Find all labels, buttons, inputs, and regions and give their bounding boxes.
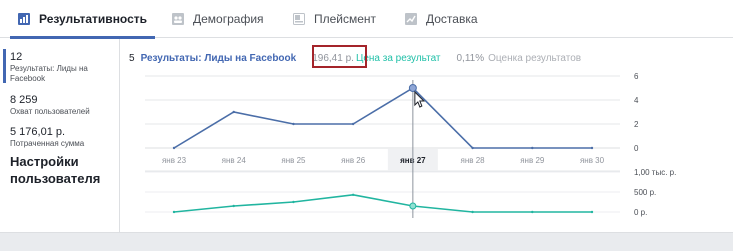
results-data-point: [172, 146, 176, 150]
results-data-point: [292, 122, 295, 126]
cost-data-point: [531, 210, 534, 214]
cost-data-point: [471, 210, 474, 214]
x-tick-label: янв 23: [162, 156, 187, 165]
x-tick-label: янв 25: [281, 156, 306, 165]
y-tick-label: 0 р.: [634, 208, 647, 217]
cost-data-point: [409, 202, 417, 210]
insights-panel: Результативность Демография Плейсмент До…: [0, 0, 733, 233]
y-tick-label: 0: [634, 144, 639, 153]
charts-svg: 0246янв 23 янв 24 янв 25 янв 26 янв 27 янв 28…: [145, 72, 676, 218]
cost-data-point: [292, 200, 295, 204]
x-tick-label: янв 28: [461, 156, 486, 165]
x-tick-label: янв 29: [520, 156, 545, 165]
cost-data-point: [351, 193, 355, 196]
results-series-line: [173, 86, 592, 149]
x-tick-label: янв 24: [222, 156, 247, 165]
y-tick-label: 1,00 тыс. р.: [634, 168, 676, 177]
x-tick-label: янв 30: [580, 156, 605, 165]
cost-series-line: [173, 193, 592, 213]
results-data-point: [590, 146, 594, 150]
results-data-point: [351, 122, 355, 126]
cost-data-point: [590, 210, 594, 214]
results-data-point: [232, 110, 235, 114]
cost-data-point: [172, 210, 176, 214]
results-data-point: [531, 146, 534, 150]
results-data-point: [408, 84, 417, 92]
results-data-point: [471, 146, 474, 150]
y-tick-label: 2: [634, 120, 639, 129]
y-tick-label: 4: [634, 96, 639, 105]
y-tick-label: 6: [634, 72, 639, 81]
cost-data-point: [232, 204, 235, 208]
x-tick-label: янв 26: [341, 156, 366, 165]
y-tick-label: 500 р.: [634, 188, 656, 197]
